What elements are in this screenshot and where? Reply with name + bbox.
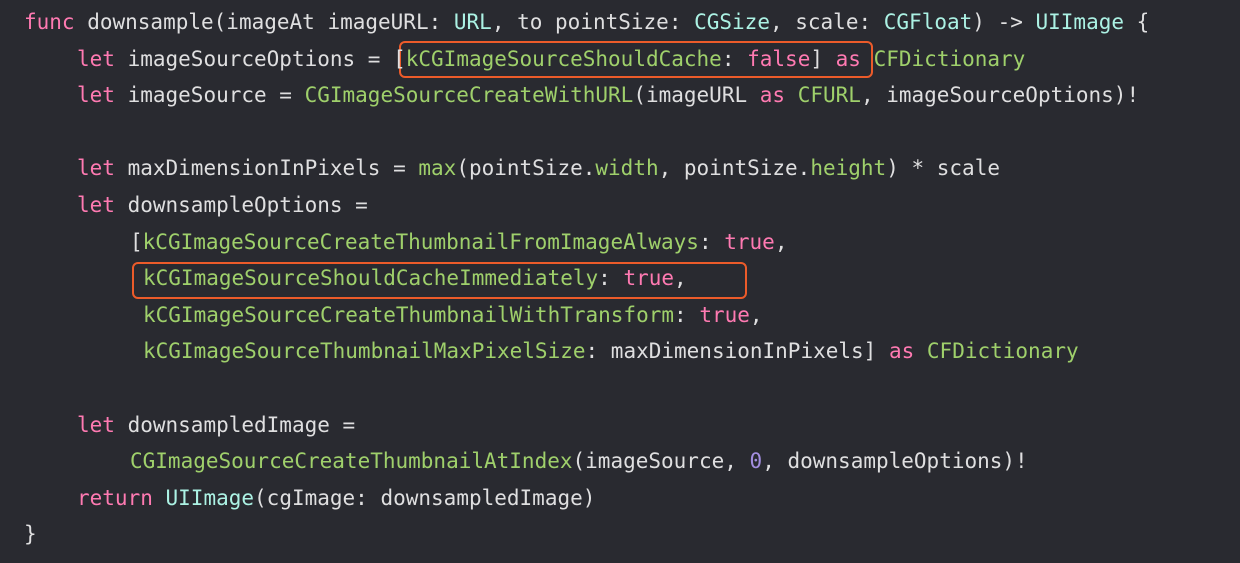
comma: ,	[749, 302, 763, 327]
keyword-as: as	[835, 46, 861, 71]
comma: ,	[674, 266, 687, 291]
variable-decl: maxDimensionInPixels =	[114, 156, 419, 181]
argument-text: (imageURL	[633, 83, 760, 108]
keyword-func: func	[24, 10, 75, 34]
keyword-as: as	[759, 83, 786, 108]
code-line-8: kCGImageSourceShouldCacheImmediately: tr…	[0, 260, 1240, 297]
literal-false: false	[747, 46, 811, 71]
param-text: , scale:	[769, 10, 884, 34]
code-editor[interactable]: func downsample(imageAt imageURL: URL, t…	[0, 0, 1240, 563]
type-cgfloat: CGFloat	[883, 10, 973, 34]
type-cfurl: CFURL	[797, 83, 861, 108]
type-cgsize: CGSize	[694, 10, 770, 34]
type-url: URL	[453, 10, 492, 34]
code-line-13: CGImageSourceCreateThumbnailAtIndex(imag…	[0, 443, 1240, 480]
bracket: [	[130, 229, 143, 254]
variable-decl: downsampleOptions =	[114, 192, 368, 217]
literal-true: true	[724, 229, 775, 254]
keyword-let: let	[77, 412, 115, 437]
property-height: height	[810, 156, 887, 181]
variable-decl: imageSource =	[114, 83, 305, 108]
literal-true: true	[623, 266, 675, 291]
bracket: [	[393, 46, 406, 71]
property-width: width	[595, 156, 659, 181]
constant-key: kCGImageSourceShouldCacheImmediately	[143, 266, 599, 291]
argument-text: ) * scale	[886, 156, 1000, 181]
argument-text: , pointSize.	[658, 156, 811, 181]
code-line-12: let downsampledImage =	[0, 407, 1240, 444]
return-arrow: ) ->	[972, 10, 1036, 34]
argument-text: , imageSourceOptions)!	[860, 83, 1140, 108]
colon: :	[721, 46, 748, 71]
code-line-15: }	[0, 516, 1240, 553]
type-cfdictionary: CFDictionary	[873, 46, 1026, 71]
code-line-3: let imageSource = CGImageSourceCreateWit…	[0, 77, 1240, 114]
function-signature: downsample(imageAt imageURL:	[74, 10, 454, 34]
constant-key: kCGImageSourceShouldCache	[405, 46, 722, 71]
argument-text: (pointSize.	[456, 156, 596, 181]
constant-key: kCGImageSourceCreateThumbnailWithTransfo…	[143, 302, 675, 327]
code-line-10: kCGImageSourceThumbnailMaxPixelSize: max…	[0, 333, 1240, 370]
comma: ,	[774, 229, 788, 254]
colon: :	[598, 266, 624, 291]
function-call: max	[418, 156, 457, 181]
argument-text: : maxDimensionInPixels]	[585, 339, 889, 364]
keyword-let: let	[77, 46, 115, 71]
code-line-9: kCGImageSourceCreateThumbnailWithTransfo…	[0, 297, 1240, 334]
code-line-2: let imageSourceOptions = [kCGImageSource…	[0, 41, 1240, 78]
argument-text: (cgImage: downsampledImage)	[254, 485, 596, 510]
keyword-let: let	[77, 156, 115, 181]
argument-text: , downsampleOptions)!	[762, 449, 1028, 474]
bracket: ]	[810, 46, 823, 71]
constant-key: kCGImageSourceThumbnailMaxPixelSize	[143, 339, 586, 364]
literal-true: true	[699, 302, 750, 327]
variable-decl: imageSourceOptions =	[114, 46, 394, 71]
type-uiimage: UIImage	[165, 485, 255, 510]
argument-text: (imageSource,	[572, 449, 750, 474]
function-call: CGImageSourceCreateThumbnailAtIndex	[130, 449, 573, 474]
type-cfdictionary: CFDictionary	[926, 339, 1079, 364]
type-uiimage: UIImage	[1035, 10, 1125, 34]
keyword-let: let	[77, 192, 115, 217]
code-line-1: func downsample(imageAt imageURL: URL, t…	[0, 4, 1240, 41]
code-line-7: [kCGImageSourceCreateThumbnailFromImageA…	[0, 224, 1240, 261]
keyword-return: return	[77, 485, 153, 510]
param-text: , to pointSize:	[491, 10, 695, 34]
keyword-let: let	[77, 83, 115, 108]
colon: :	[674, 302, 700, 327]
code-line-14: return UIImage(cgImage: downsampledImage…	[0, 480, 1240, 517]
variable-decl: downsampledImage =	[114, 412, 356, 437]
colon: :	[698, 229, 725, 254]
open-brace: {	[1124, 10, 1150, 34]
code-line-6: let downsampleOptions =	[0, 187, 1240, 224]
constant-key: kCGImageSourceCreateThumbnailFromImageAl…	[142, 229, 699, 254]
function-call: CGImageSourceCreateWithURL	[304, 83, 634, 108]
number-literal: 0	[749, 449, 763, 474]
keyword-as: as	[888, 339, 915, 364]
code-line-5: let maxDimensionInPixels = max(pointSize…	[0, 150, 1240, 187]
close-brace: }	[24, 522, 37, 547]
